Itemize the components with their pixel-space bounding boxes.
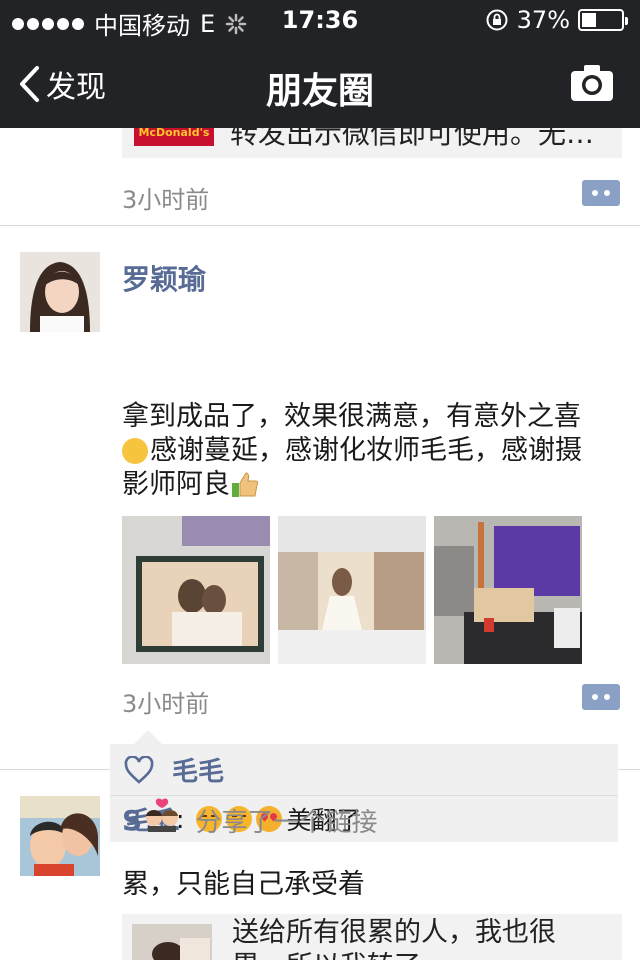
post-text-line: 拿到成品了，效果很满意，有意外之喜 xyxy=(122,401,581,432)
author-line: S L 分享了一个链接 xyxy=(122,798,378,839)
post-time: 3小时前 xyxy=(122,690,210,718)
link-title-line: 送给所有很累的人，我也很 xyxy=(232,917,556,948)
avatar[interactable] xyxy=(20,252,100,332)
photo-thumbnail[interactable] xyxy=(434,516,582,664)
comment-button[interactable] xyxy=(582,684,620,710)
smile-emoji-icon xyxy=(122,438,148,464)
post-item: 罗颖瑜 拿到成品了，效果很满意，有意外之喜 感谢蔓延，感谢化妆师毛毛，感谢摄 影… xyxy=(0,226,640,842)
moments-feed[interactable]: McDonald's 转发出示微信即可使用。无… 3小时前 罗颖瑜 拿到成品了，… xyxy=(0,128,640,960)
battery-icon xyxy=(578,9,628,31)
post-text: 累，只能自己承受着 xyxy=(122,869,365,900)
link-thumbnail xyxy=(132,924,212,960)
thumbs-up-emoji-icon xyxy=(232,472,259,497)
rotation-lock-icon xyxy=(486,9,508,31)
post-text-line: 感谢蔓延，感谢化妆师毛毛，感谢摄 xyxy=(122,434,612,468)
post-text-line2: 感谢蔓延，感谢化妆师毛毛，感谢摄 xyxy=(150,435,582,466)
photo-grid xyxy=(122,516,582,664)
couple-emoji-icon xyxy=(144,798,180,832)
link-thumbnail: McDonald's xyxy=(134,128,214,146)
link-title: 送给所有很累的人，我也很 累，所以我转了。 xyxy=(232,916,612,960)
battery-percent: 37% xyxy=(516,6,570,34)
photo-thumbnail[interactable] xyxy=(278,516,426,664)
back-button[interactable]: 发现 xyxy=(18,62,106,106)
chevron-left-icon xyxy=(20,66,39,102)
link-card[interactable]: 送给所有很累的人，我也很 累，所以我转了。 xyxy=(122,914,622,960)
link-title-line: 累，所以我转了。 xyxy=(232,950,612,960)
back-label: 发现 xyxy=(46,70,106,105)
link-card[interactable]: McDonald's 转发出示微信即可使用。无… xyxy=(122,128,622,158)
post-text-block: 拿到成品了，效果很满意，有意外之喜 感谢蔓延，感谢化妆师毛毛，感谢摄 影师阿良 xyxy=(122,400,612,502)
post-text-line: 影师阿良 xyxy=(122,468,612,502)
post-text-line3: 影师阿良 xyxy=(122,469,230,500)
post-item: S L 分享了一个链接 累，只能自己承受着 送给所有很累的 xyxy=(0,770,640,960)
nav-bar: 发现 朋友圈 xyxy=(0,40,640,128)
link-title: 转发出示微信即可使用。无… xyxy=(230,128,595,150)
avatar[interactable] xyxy=(20,796,100,876)
link-brand: McDonald's xyxy=(138,128,210,139)
comment-button[interactable] xyxy=(582,180,620,206)
post-item: McDonald's 转发出示微信即可使用。无… 3小时前 xyxy=(0,128,640,226)
author-name[interactable]: 罗颖瑜 xyxy=(122,258,206,298)
status-bar: 中国移动 E 17:36 37% xyxy=(0,0,640,40)
share-action: 分享了一个链接 xyxy=(195,808,378,838)
camera-icon xyxy=(571,65,613,101)
post-time: 3小时前 xyxy=(122,186,210,214)
camera-button[interactable] xyxy=(570,64,614,106)
photo-thumbnail[interactable] xyxy=(122,516,270,664)
